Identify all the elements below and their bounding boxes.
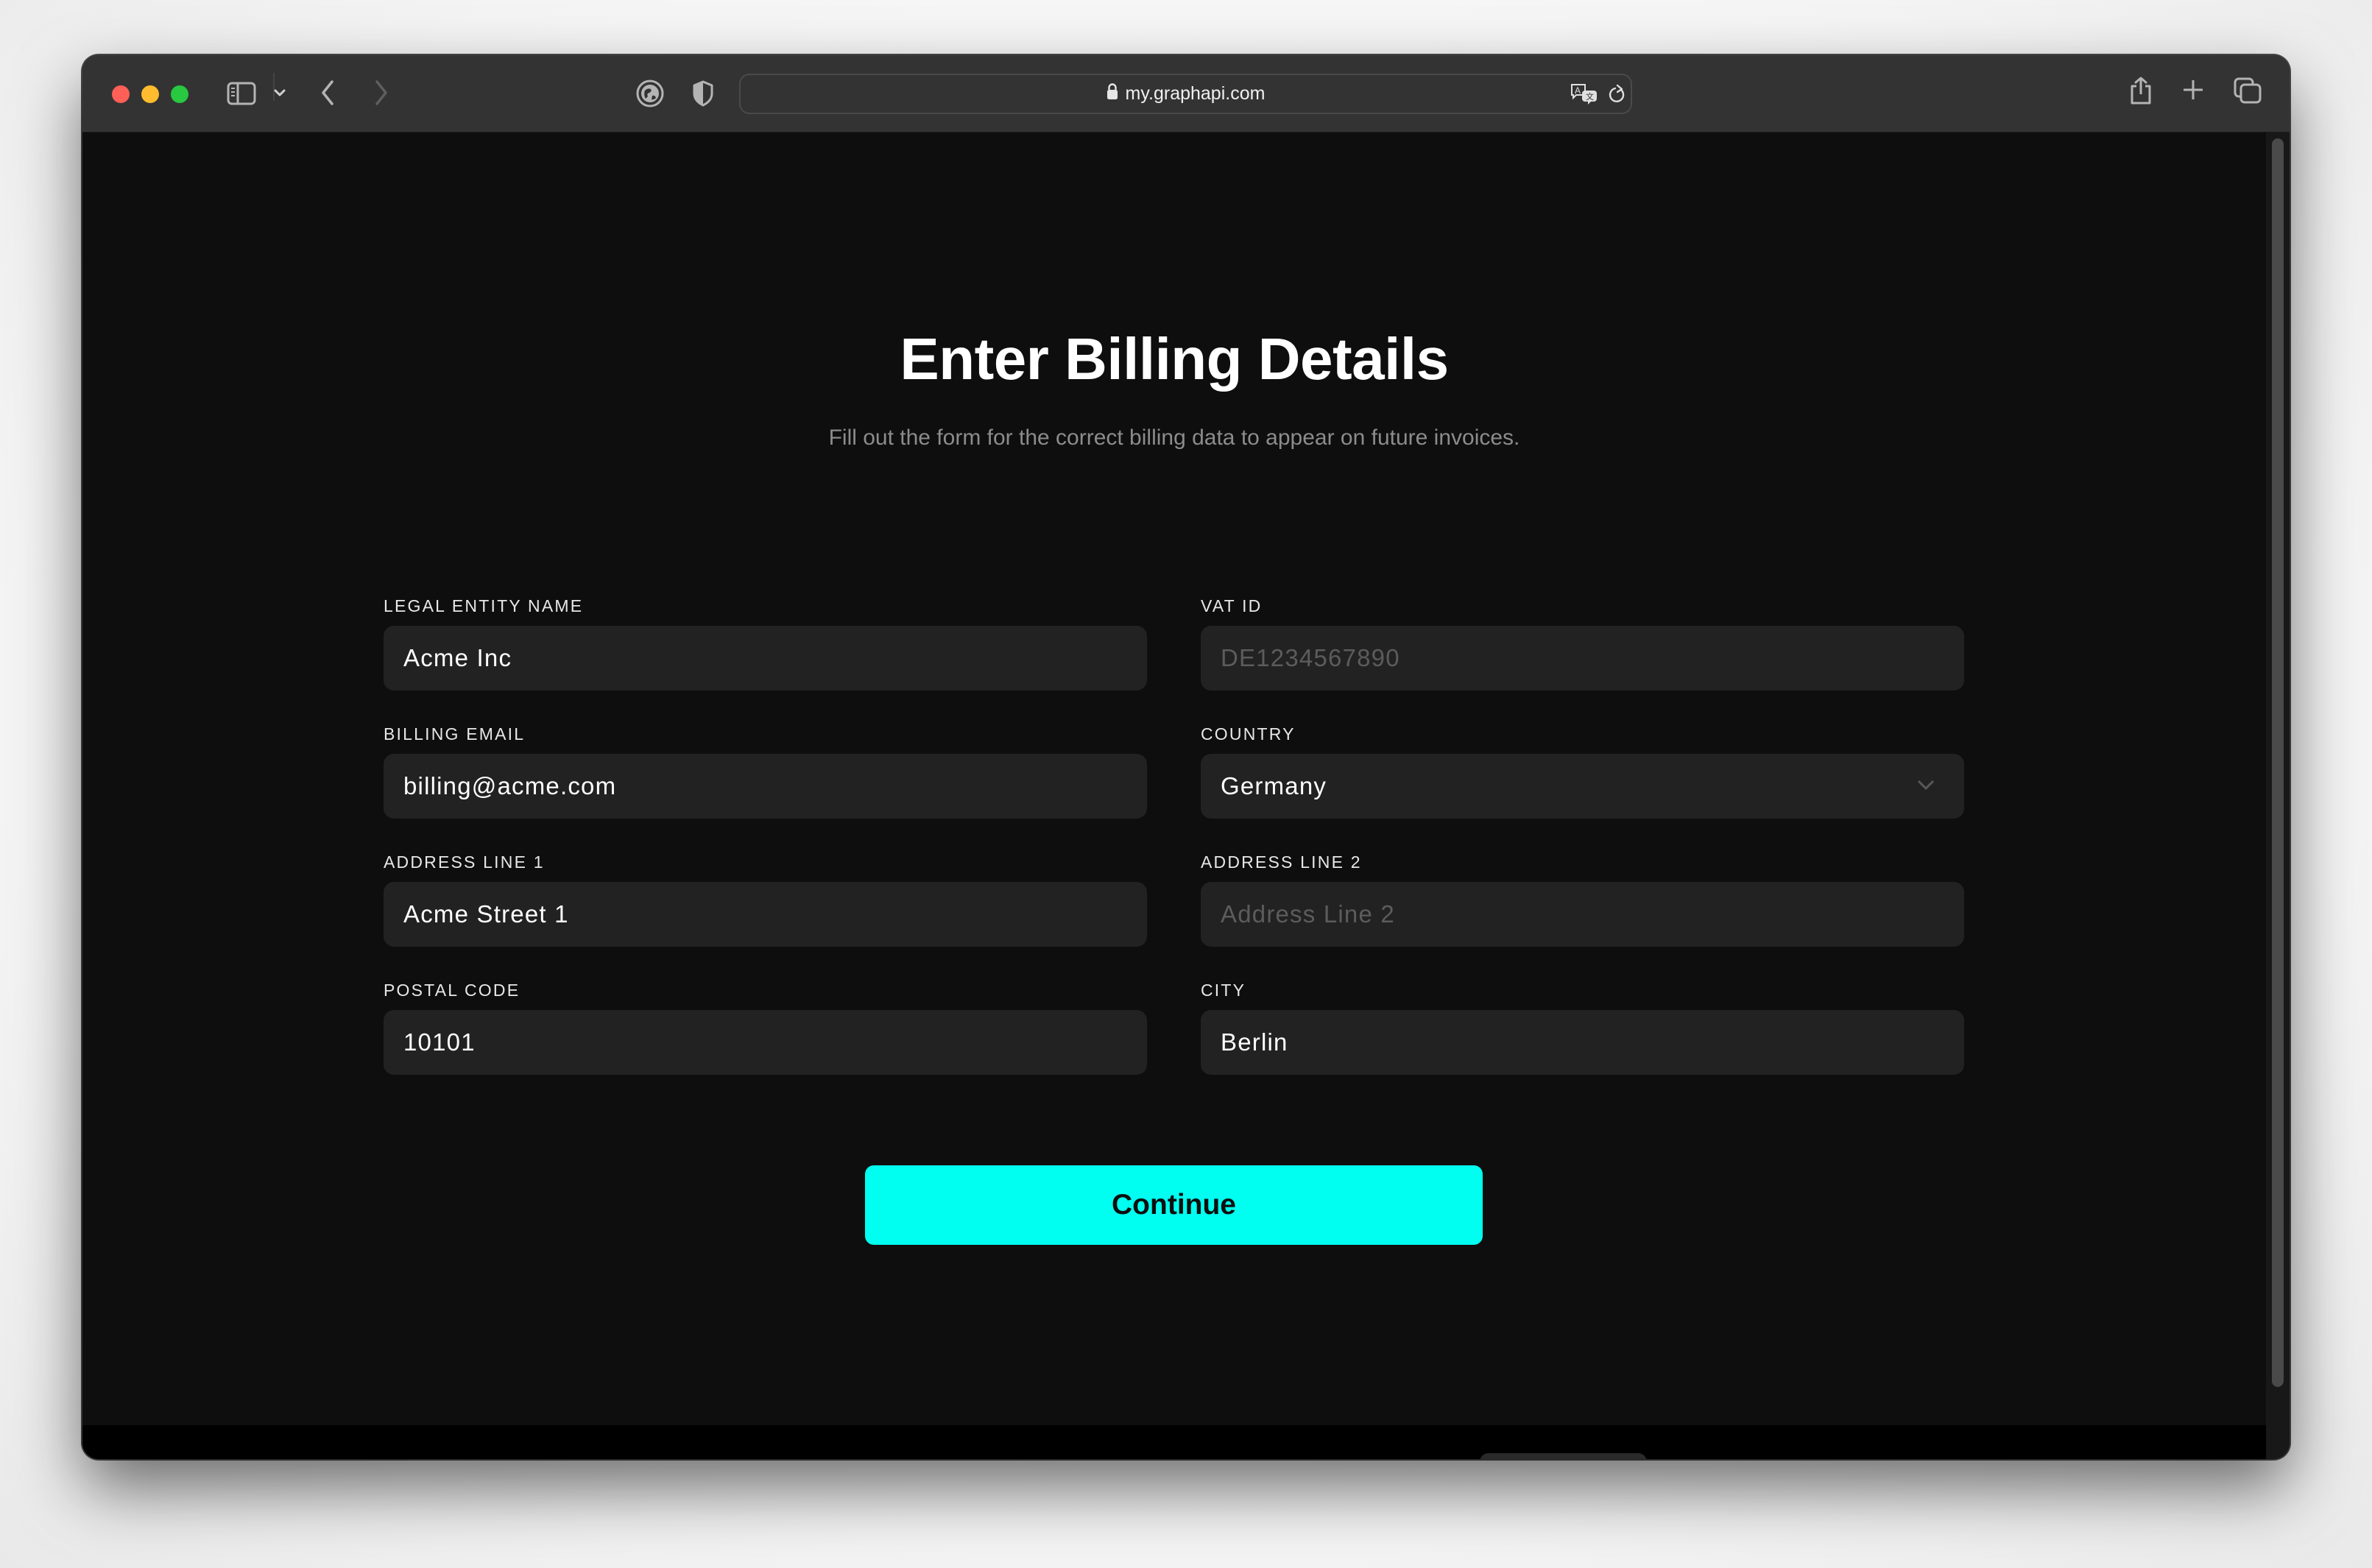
share-icon[interactable] (2128, 76, 2153, 105)
minimize-window-button[interactable] (141, 85, 159, 103)
svg-text:文: 文 (1586, 91, 1594, 102)
country-select[interactable]: Germany (1201, 754, 1964, 819)
reload-icon[interactable] (1607, 84, 1626, 105)
close-window-button[interactable] (112, 85, 130, 103)
back-icon[interactable] (320, 80, 335, 106)
forward-icon[interactable] (374, 80, 389, 106)
sidebar-icon[interactable] (227, 82, 256, 105)
field-label: CITY (1201, 981, 1246, 1000)
legal-entity-name-input[interactable]: Acme Inc (384, 626, 1147, 691)
field-label: LEGAL ENTITY NAME (384, 596, 584, 615)
browser-toolbar: my.graphapi.com A文 (82, 55, 2290, 133)
vat-id-input[interactable]: DE1234567890 (1201, 626, 1964, 691)
chevron-down-icon[interactable] (1916, 778, 1936, 795)
address-line-2-input[interactable]: Address Line 2 (1201, 882, 1964, 947)
field-label: ADDRESS LINE 1 (384, 852, 545, 872)
page-content: Enter Billing Details Fill out the form … (82, 133, 2266, 1425)
chevron-down-icon[interactable] (274, 88, 286, 97)
page-subtitle: Fill out the form for the correct billin… (828, 425, 1520, 450)
country-select-value: Germany (1221, 772, 1327, 799)
globe-icon[interactable] (636, 80, 664, 107)
svg-text:A: A (1575, 85, 1581, 96)
new-tab-icon[interactable] (2182, 79, 2204, 101)
field-label: BILLING EMAIL (384, 724, 526, 744)
field-label: COUNTRY (1201, 724, 1296, 744)
field-label: ADDRESS LINE 2 (1201, 852, 1362, 872)
continue-button[interactable]: Continue (865, 1165, 1483, 1245)
address-line-1-input[interactable]: Acme Street 1 (384, 882, 1147, 947)
tab-overview-icon[interactable] (2234, 77, 2262, 104)
bottom-bar (82, 1425, 2266, 1459)
field-label: VAT ID (1201, 596, 1263, 615)
bottom-tab-handle (1480, 1453, 1647, 1459)
field-label: POSTAL CODE (384, 981, 520, 1000)
scrollbar-thumb[interactable] (2272, 138, 2284, 1387)
browser-window: my.graphapi.com A文 Enter Billing Details… (82, 55, 2290, 1459)
city-input[interactable]: Berlin (1201, 1010, 1964, 1075)
scrollbar[interactable] (2266, 133, 2290, 1459)
lock-icon (1106, 82, 1118, 105)
zoom-window-button[interactable] (171, 85, 188, 103)
billing-email-input[interactable]: billing@acme.com (384, 754, 1147, 819)
postal-code-input[interactable]: 10101 (384, 1010, 1147, 1075)
translate-icon[interactable]: A文 (1570, 83, 1600, 105)
page-title: Enter Billing Details (900, 326, 1449, 392)
url-text: my.graphapi.com (1125, 83, 1266, 104)
address-bar[interactable]: my.graphapi.com A文 (739, 74, 1632, 114)
shield-icon[interactable] (693, 80, 713, 107)
